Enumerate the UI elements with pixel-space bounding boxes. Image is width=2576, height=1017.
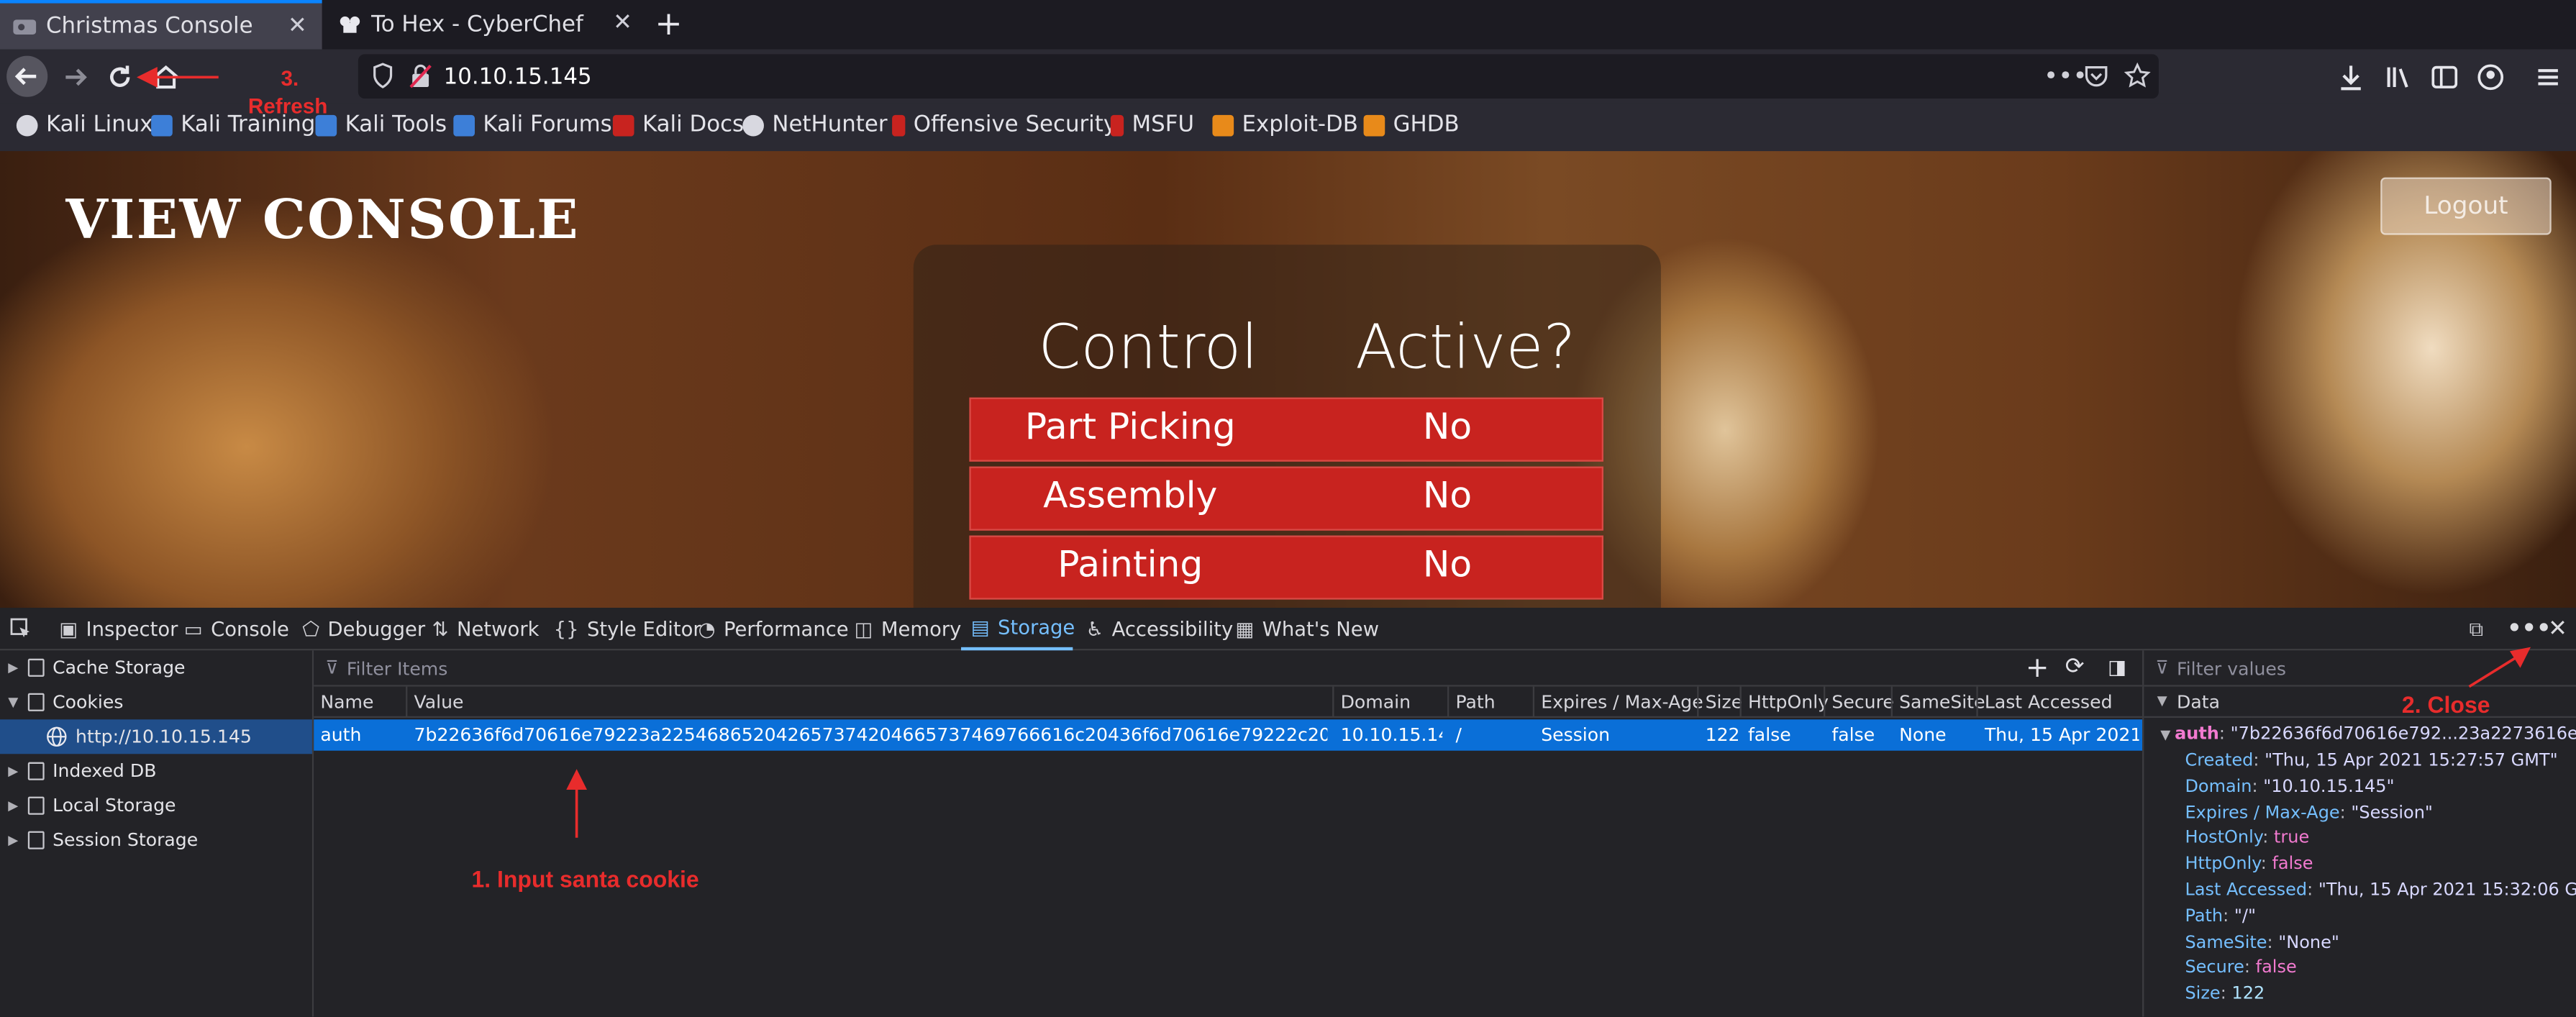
annotation-input-cookie: 1. Input santa cookie bbox=[471, 865, 699, 893]
browser-window: Christmas Console ✕ To Hex - CyberChef ✕… bbox=[0, 0, 2576, 1017]
annotation-arrowhead-input bbox=[566, 769, 587, 790]
annotation-arrowhead-close bbox=[2509, 647, 2531, 668]
annotation-refresh: Refresh bbox=[247, 94, 328, 119]
annotation-arrow-close bbox=[2468, 655, 2518, 688]
annotation-arrows bbox=[137, 66, 2531, 838]
annotation-close: 2. Close bbox=[2401, 691, 2490, 719]
annotation-step-3: 3. bbox=[281, 65, 299, 91]
annotation-arrowhead-refresh bbox=[137, 66, 158, 88]
